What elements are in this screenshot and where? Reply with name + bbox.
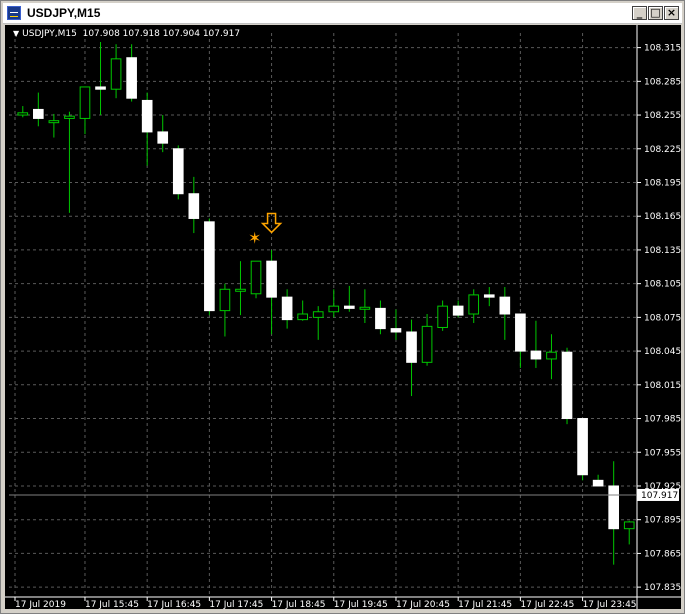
chart-symbol: USDJPY,M15	[22, 29, 77, 39]
close-button[interactable]: ×	[664, 6, 679, 20]
candle-body	[577, 418, 588, 476]
candle-body	[110, 58, 122, 90]
chart-ohlc: 107.908 107.918 107.904 107.917	[82, 29, 241, 39]
candle-body	[546, 351, 557, 360]
chart-area[interactable]: 108.315 108.285 108.255 108.225 108.195 108.1…	[5, 25, 681, 610]
price-tick-label: 107.895	[644, 516, 681, 526]
price-tick-label: 108.075	[644, 313, 681, 323]
candle-body	[297, 313, 308, 321]
candle-body	[344, 305, 355, 309]
candle-body	[266, 260, 277, 298]
price-tick-label: 107.955	[644, 448, 681, 458]
candle-body	[79, 86, 91, 119]
candle-body	[530, 350, 542, 360]
candle-body	[452, 305, 464, 316]
price-tick-label: 108.285	[644, 77, 681, 87]
candle-body	[375, 307, 386, 330]
candle-body	[390, 328, 402, 333]
price-tick-label: 107.985	[644, 415, 681, 425]
candle-body	[328, 305, 340, 313]
candle-body	[359, 306, 371, 310]
candle-body	[188, 193, 200, 219]
candle-body	[515, 313, 526, 352]
chart-window: USDJPY,M15 _ □ × 108.315 108.285 108.255 10…	[0, 0, 685, 614]
time-tick-label: 17 Jul 20:45	[396, 600, 450, 609]
candle-body	[437, 305, 448, 328]
candle-body	[235, 288, 246, 292]
candle-body	[157, 131, 169, 144]
price-tick-label: 107.865	[644, 549, 681, 559]
signal-star-icon: ✶	[248, 229, 261, 248]
price-tick-label: 108.225	[644, 145, 681, 155]
candle-body	[468, 294, 480, 315]
price-tick-label: 108.255	[644, 111, 681, 121]
candle-body	[64, 115, 75, 119]
time-tick-label: 17 Jul 15:45	[85, 600, 139, 609]
candle-body	[219, 288, 231, 312]
candle-body	[608, 485, 619, 530]
time-tick-label: 17 Jul 17:45	[209, 600, 263, 609]
candle-body	[592, 479, 604, 487]
candle-body	[421, 325, 433, 363]
time-tick-label: 17 Jul 16:45	[147, 600, 201, 609]
candle-body	[95, 86, 106, 90]
price-tick-label: 108.015	[644, 381, 681, 391]
time-tick-label: 17 Jul 22:45	[520, 600, 574, 609]
candle-body	[17, 112, 29, 116]
candle-body	[126, 57, 137, 99]
time-tick-label: 17 Jul 19:45	[334, 600, 388, 609]
candle-body	[48, 120, 60, 124]
current-price-label: 107.917	[641, 491, 678, 501]
candle-body	[499, 296, 511, 315]
price-tick-label: 108.135	[644, 246, 681, 256]
time-tick-label: 17 Jul 21:45	[458, 600, 512, 609]
price-tick-label: 108.195	[644, 178, 681, 188]
chart-menu-triangle-icon[interactable]: ▼	[13, 29, 19, 38]
window-title: USDJPY,M15	[27, 6, 101, 20]
price-tick-label: 108.105	[644, 280, 681, 290]
maximize-button[interactable]: □	[648, 6, 663, 20]
chart-window-icon	[7, 6, 21, 20]
price-tick-label: 108.045	[644, 347, 681, 357]
price-tick-label: 107.835	[644, 583, 681, 593]
candle-body	[281, 296, 293, 321]
time-tick-label: 17 Jul 23:45	[583, 600, 637, 609]
title-bar[interactable]: USDJPY,M15 _ □ ×	[3, 3, 682, 24]
candle-body	[204, 221, 215, 312]
time-tick-label: 17 Jul 2019	[15, 600, 66, 609]
price-tick-label: 108.315	[644, 44, 681, 54]
price-tick-label: 108.165	[644, 212, 681, 222]
price-chart[interactable]: 108.315 108.285 108.255 108.225 108.195 108.1…	[5, 25, 681, 610]
candle-body	[623, 521, 635, 530]
candle-body	[406, 331, 417, 363]
candle-body	[250, 260, 262, 295]
sell-arrow-icon	[260, 212, 283, 234]
time-tick-label: 17 Jul 18:45	[272, 600, 326, 609]
candle-body	[141, 99, 153, 133]
candle-body	[312, 311, 324, 318]
minimize-button[interactable]: _	[632, 6, 647, 20]
candle-body	[483, 294, 495, 298]
candle-body	[33, 108, 44, 119]
chart-header: ▼ USDJPY,M15 107.908 107.918 107.904 107.…	[13, 29, 240, 39]
candle-body	[172, 148, 184, 195]
candle-body	[561, 351, 573, 420]
